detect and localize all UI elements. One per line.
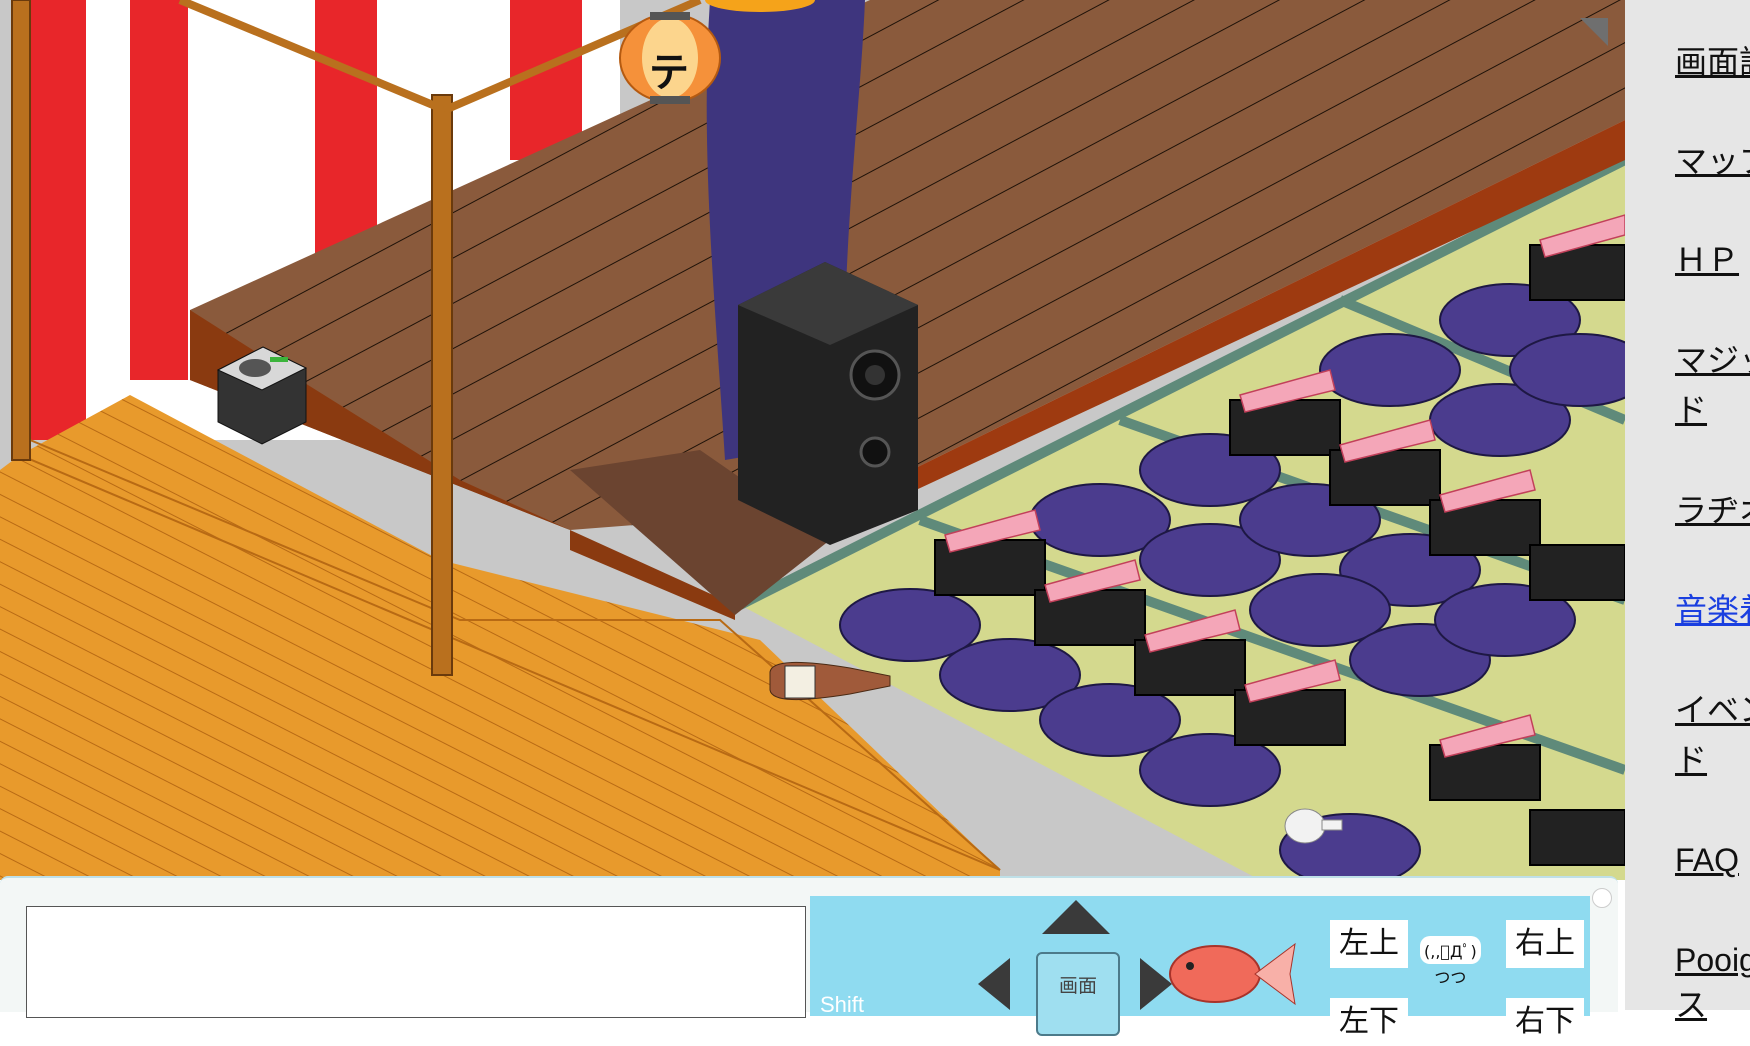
panel-scroll-handle[interactable] xyxy=(1592,888,1612,908)
sidebar-item-magic[interactable]: マジッ xyxy=(1675,340,1750,380)
control-panel: Shift 画面 左上 右上 左下 右下 (,,ﾟДﾟ) つつ xyxy=(0,876,1618,1046)
sidebar-item-hp[interactable]: ＨＰ xyxy=(1675,240,1739,280)
left-post xyxy=(11,0,31,461)
game-view[interactable]: テ xyxy=(0,0,1625,880)
right-sidebar: 画面設 マップ ＨＰ マジッ ド ラヂオ 音楽着 イベン ド FAQ Pooig… xyxy=(1625,0,1750,1023)
screen-center-button[interactable]: 画面 xyxy=(1036,952,1120,1036)
move-up-left-button[interactable]: 左上 xyxy=(1330,920,1408,968)
chat-log[interactable] xyxy=(26,906,806,1018)
shift-label: Shift xyxy=(820,992,865,1017)
sidebar-item-screen-settings[interactable]: 画面設 xyxy=(1675,42,1750,82)
sidebar-item-event[interactable]: イベン xyxy=(1675,690,1750,730)
move-up-right-button[interactable]: 右上 xyxy=(1506,920,1584,968)
sidebar-item-event-cont[interactable]: ド xyxy=(1675,740,1707,780)
festival-stage-scene[interactable] xyxy=(0,0,1625,880)
move-down-right-button[interactable]: 右下 xyxy=(1506,998,1584,1046)
speaker xyxy=(738,262,918,545)
sidebar-item-music[interactable]: 音楽着 xyxy=(1675,590,1750,630)
sidebar-item-map[interactable]: マップ xyxy=(1675,141,1750,181)
goldfish-icon xyxy=(1169,942,1296,1006)
arrow-left-icon[interactable] xyxy=(978,958,1010,1010)
sidebar-item-pooig-cont[interactable]: ス xyxy=(1675,985,1707,1025)
resize-corner-icon[interactable] xyxy=(1580,18,1608,46)
sidebar-item-magic-cont[interactable]: ド xyxy=(1675,390,1707,430)
cat-face-text: (,,ﾟДﾟ) xyxy=(1420,936,1481,964)
arrow-up-icon[interactable] xyxy=(1042,900,1110,934)
sidebar-item-faq[interactable]: FAQ xyxy=(1675,840,1739,880)
lantern-label: テ xyxy=(649,50,689,96)
movement-controls: Shift 画面 左上 右上 左下 右下 (,,ﾟДﾟ) つつ xyxy=(810,896,1590,1046)
sidebar-item-radio[interactable]: ラヂオ xyxy=(1675,490,1750,530)
move-down-left-button[interactable]: 左下 xyxy=(1330,998,1408,1046)
cat-avatar: (,,ﾟДﾟ) つつ xyxy=(1420,936,1481,988)
stage-post xyxy=(431,94,453,676)
cat-paws-text: つつ xyxy=(1434,968,1467,987)
sidebar-item-pooig[interactable]: Pooig xyxy=(1675,940,1750,980)
